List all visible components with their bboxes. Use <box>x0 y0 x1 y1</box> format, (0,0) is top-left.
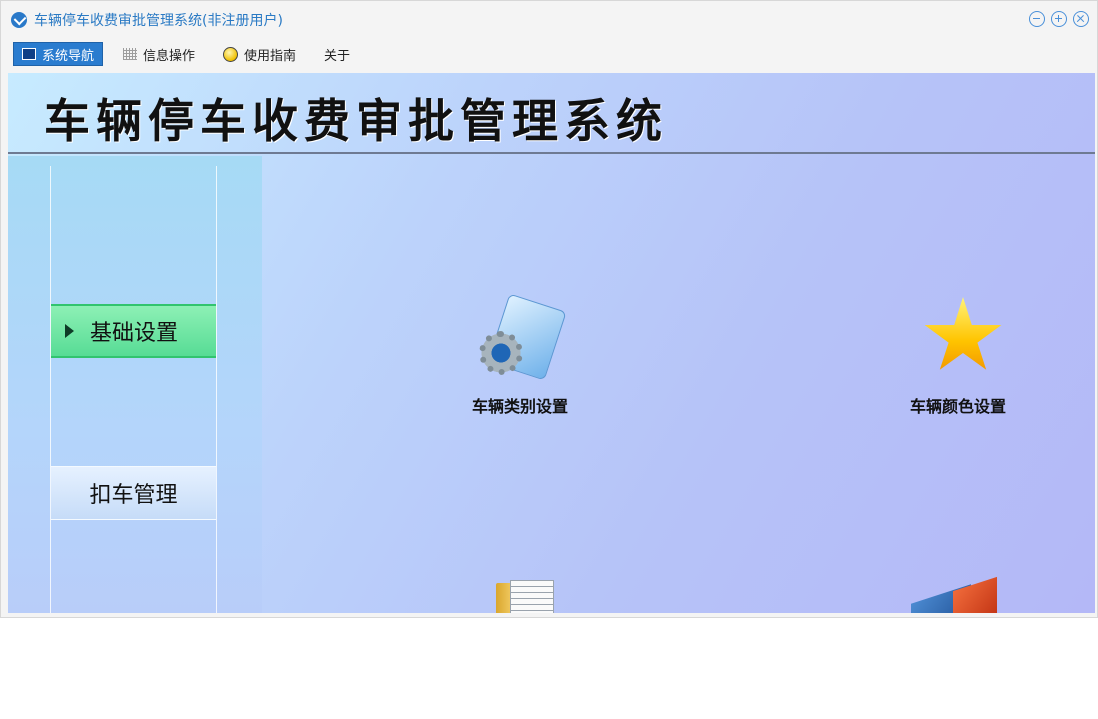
menu-item-label: 使用指南 <box>244 48 297 64</box>
title-bar: 车辆停车收费审批管理系统(非注册用户) <box>1 1 1097 39</box>
play-arrow-icon <box>65 324 74 338</box>
menu-bar: 系统导航 信息操作 使用指南 关于 <box>13 42 370 66</box>
window-title: 车辆停车收费审批管理系统(非注册用户) <box>34 13 283 29</box>
maximize-icon[interactable] <box>1051 11 1067 27</box>
sidebar-rail <box>50 166 217 613</box>
sidebar-item-detain-management[interactable]: 扣车管理 <box>51 466 216 520</box>
menu-item-system-nav[interactable]: 系统导航 <box>13 42 104 66</box>
grid-icon <box>123 48 138 60</box>
tile-label: 车辆颜色设置 <box>909 397 1006 416</box>
menu-item-label: 关于 <box>324 48 351 64</box>
menu-item-info-ops[interactable]: 信息操作 <box>115 42 203 66</box>
banner-title: 车辆停车收费审批管理系统 <box>44 94 668 148</box>
close-icon[interactable] <box>1073 11 1089 27</box>
gear-folder-icon <box>475 293 567 385</box>
window-controls <box>1029 11 1089 27</box>
main-content: 车辆停车收费审批管理系统 基础设置 扣车管理 车辆类别设置 车辆颜色设置 <box>8 73 1095 613</box>
monitor-icon <box>22 48 36 60</box>
sidebar-item-label: 基础设置 <box>90 321 179 346</box>
tile-vehicle-color[interactable]: 车辆颜色设置 <box>898 295 1018 417</box>
app-window: 车辆停车收费审批管理系统(非注册用户) 系统导航 信息操作 使用指南 关于 车辆… <box>0 0 1098 618</box>
lightbulb-icon <box>223 46 239 62</box>
sidebar: 基础设置 扣车管理 <box>8 156 262 613</box>
menu-item-about[interactable]: 关于 <box>316 42 358 66</box>
sidebar-item-basic-settings[interactable]: 基础设置 <box>51 304 216 358</box>
star-icon <box>913 295 1003 385</box>
book-icon[interactable] <box>496 578 556 613</box>
minimize-icon[interactable] <box>1029 11 1045 27</box>
menu-item-label: 信息操作 <box>143 48 196 64</box>
sidebar-item-label: 扣车管理 <box>89 483 178 508</box>
menu-item-label: 系统导航 <box>42 48 95 64</box>
boxes-icon[interactable] <box>911 576 1001 613</box>
tile-vehicle-category[interactable]: 车辆类别设置 <box>460 293 580 417</box>
tile-label: 车辆类别设置 <box>471 397 568 416</box>
banner: 车辆停车收费审批管理系统 <box>8 73 1095 154</box>
app-logo-icon <box>11 12 27 28</box>
menu-item-guide[interactable]: 使用指南 <box>215 42 304 66</box>
